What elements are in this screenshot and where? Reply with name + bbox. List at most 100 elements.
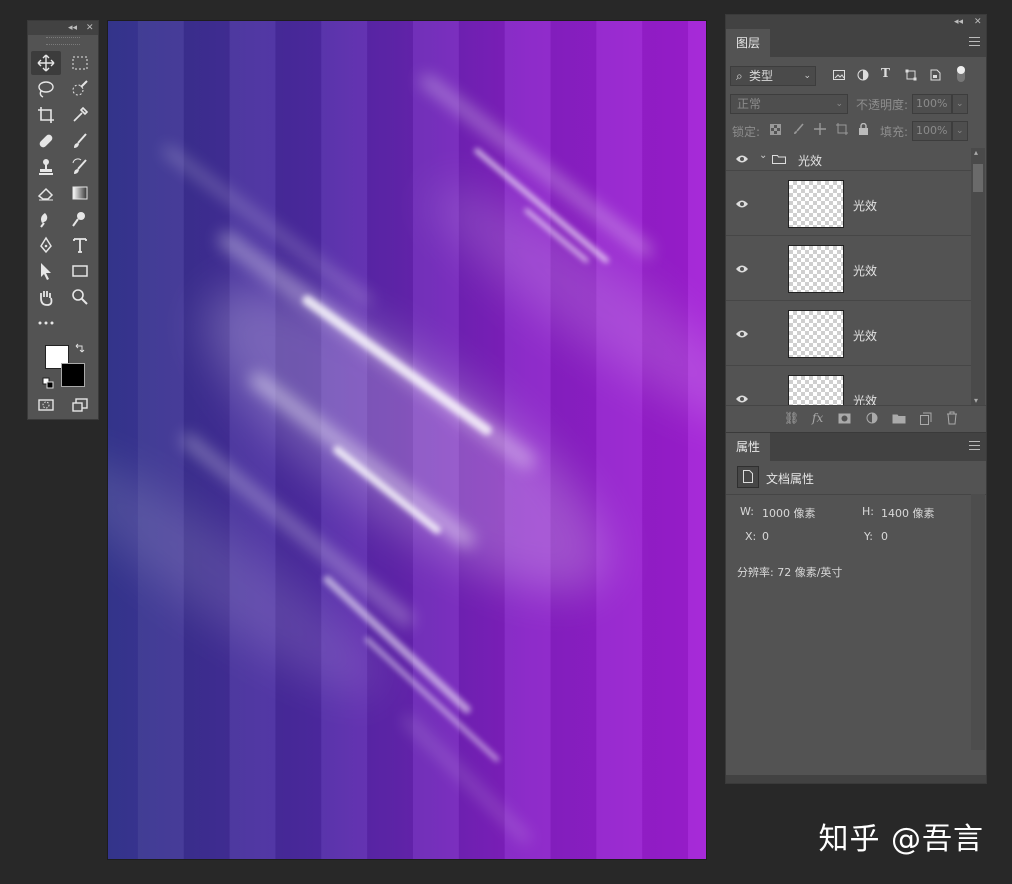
adjustment-filter-icon[interactable] xyxy=(857,69,869,81)
dodge-tool[interactable] xyxy=(65,207,95,231)
width-value[interactable]: 1000 像素 xyxy=(762,505,816,521)
y-value[interactable]: 0 xyxy=(881,530,888,543)
move-tool[interactable] xyxy=(31,51,61,75)
height-value[interactable]: 1400 像素 xyxy=(881,505,935,521)
adjustment-layer-icon[interactable] xyxy=(866,412,879,425)
path-selection-tool[interactable] xyxy=(31,259,61,283)
filter-toggle[interactable] xyxy=(957,66,965,82)
pixel-filter-icon[interactable] xyxy=(833,70,845,80)
layers-panel-header[interactable]: ◂◂ ✕ xyxy=(726,15,986,29)
tools-panel-header[interactable]: ◂◂ ✕ xyxy=(28,21,98,35)
healing-brush-tool[interactable] xyxy=(31,129,61,153)
opacity-dropdown[interactable]: ⌄ xyxy=(952,94,968,114)
close-icon[interactable]: ✕ xyxy=(974,15,982,29)
opacity-input[interactable]: 100% xyxy=(912,94,952,114)
collapse-icon[interactable]: ◂◂ xyxy=(954,15,963,29)
watermark: 知乎 @吾言 xyxy=(818,822,984,857)
chevron-down-icon[interactable]: ⌄ xyxy=(759,150,767,161)
swap-colors-icon[interactable] xyxy=(74,343,86,355)
crop-icon xyxy=(38,107,54,123)
panel-grip[interactable] xyxy=(46,37,80,45)
layers-tabbar: 图层 xyxy=(726,29,986,57)
layer-row[interactable]: 光效 xyxy=(726,235,971,300)
lock-pixels-icon[interactable] xyxy=(792,123,804,135)
fx-icon[interactable]: fx xyxy=(812,411,823,425)
y-label: Y: xyxy=(864,530,873,543)
type-filter-icon[interactable]: T xyxy=(881,66,890,80)
panel-menu-icon[interactable] xyxy=(969,441,980,451)
eyedropper-tool[interactable] xyxy=(65,103,95,127)
layer-name: 光效 xyxy=(853,329,878,343)
layer-group-row[interactable]: ⌄ 光效 xyxy=(726,148,971,170)
x-value[interactable]: 0 xyxy=(762,530,769,543)
brush-tool[interactable] xyxy=(65,129,95,153)
eye-icon[interactable] xyxy=(735,329,749,339)
layer-row[interactable]: 光效 xyxy=(726,365,971,405)
tab-layers[interactable]: 图层 xyxy=(726,29,771,57)
tools-panel: ◂◂ ✕ xyxy=(27,20,99,420)
document-canvas[interactable] xyxy=(107,20,707,860)
fill-dropdown[interactable]: ⌄ xyxy=(952,121,968,141)
layer-row[interactable]: 光效 xyxy=(726,300,971,365)
more-tools-button[interactable] xyxy=(31,311,61,335)
filter-kind-select[interactable]: 类型 ⌕ ⌄ xyxy=(730,66,816,86)
panel-menu-icon[interactable] xyxy=(969,37,980,47)
zoom-tool[interactable] xyxy=(65,285,95,309)
scroll-up-icon[interactable]: ▴ xyxy=(974,148,978,157)
screen-mode-button[interactable] xyxy=(65,393,95,417)
lock-artboard-icon[interactable] xyxy=(836,123,848,135)
hand-tool[interactable] xyxy=(31,285,61,309)
blur-tool[interactable] xyxy=(31,207,61,231)
scroll-down-icon[interactable]: ▾ xyxy=(974,396,978,405)
smart-object-filter-icon[interactable] xyxy=(929,69,941,81)
properties-tabbar: 属性 xyxy=(726,433,986,461)
properties-scrollbar[interactable] xyxy=(971,494,985,750)
type-tool[interactable] xyxy=(65,233,95,257)
crop-tool[interactable] xyxy=(31,103,61,127)
folder-icon xyxy=(772,155,786,164)
rectangle-tool[interactable] xyxy=(65,259,95,283)
layer-name: 光效 xyxy=(853,264,878,278)
panel-resize-grip[interactable] xyxy=(726,775,986,783)
width-label: W: xyxy=(740,505,754,518)
background-color-swatch[interactable] xyxy=(61,363,85,387)
collapse-icon[interactable]: ◂◂ xyxy=(68,21,77,35)
bandage-icon xyxy=(39,134,53,148)
marquee-tool[interactable] xyxy=(65,51,95,75)
brush-icon xyxy=(74,133,87,148)
history-brush-tool[interactable] xyxy=(65,155,95,179)
quick-selection-tool[interactable] xyxy=(65,77,95,101)
link-icon[interactable]: ⛓ xyxy=(784,411,799,425)
properties-title: 文档属性 xyxy=(766,472,815,486)
trash-icon[interactable] xyxy=(946,411,958,425)
blend-mode-select[interactable]: 正常 ⌄ xyxy=(730,94,848,114)
lasso-tool[interactable] xyxy=(31,77,61,101)
type-icon xyxy=(73,238,87,253)
screen-mode-icon xyxy=(72,398,88,412)
close-icon[interactable]: ✕ xyxy=(86,21,94,35)
new-layer-icon[interactable] xyxy=(920,412,932,425)
scrollbar-thumb[interactable] xyxy=(973,164,983,192)
eye-icon[interactable] xyxy=(735,154,749,164)
eye-icon[interactable] xyxy=(735,264,749,274)
gradient-tool[interactable] xyxy=(65,181,95,205)
lock-all-icon[interactable] xyxy=(858,123,869,135)
eraser-tool[interactable] xyxy=(31,181,61,205)
move-icon xyxy=(37,54,55,72)
tab-properties[interactable]: 属性 xyxy=(726,433,771,461)
mask-icon[interactable] xyxy=(838,413,851,424)
lock-position-icon[interactable] xyxy=(814,123,826,135)
shape-filter-icon[interactable] xyxy=(905,69,917,81)
eye-icon[interactable] xyxy=(735,394,749,404)
layer-list-scrollbar[interactable]: ▴ ▾ xyxy=(971,148,985,405)
lock-transparent-icon[interactable] xyxy=(770,124,781,135)
eye-icon[interactable] xyxy=(735,199,749,209)
stamp-tool[interactable] xyxy=(31,155,61,179)
default-colors-icon[interactable] xyxy=(42,377,54,389)
layer-row[interactable]: 光效 xyxy=(726,170,971,235)
magnifier-icon xyxy=(72,289,88,305)
fill-input[interactable]: 100% xyxy=(912,121,952,141)
quick-mask-button[interactable] xyxy=(31,393,61,417)
pen-tool[interactable] xyxy=(31,233,61,257)
new-group-icon[interactable] xyxy=(892,413,906,424)
